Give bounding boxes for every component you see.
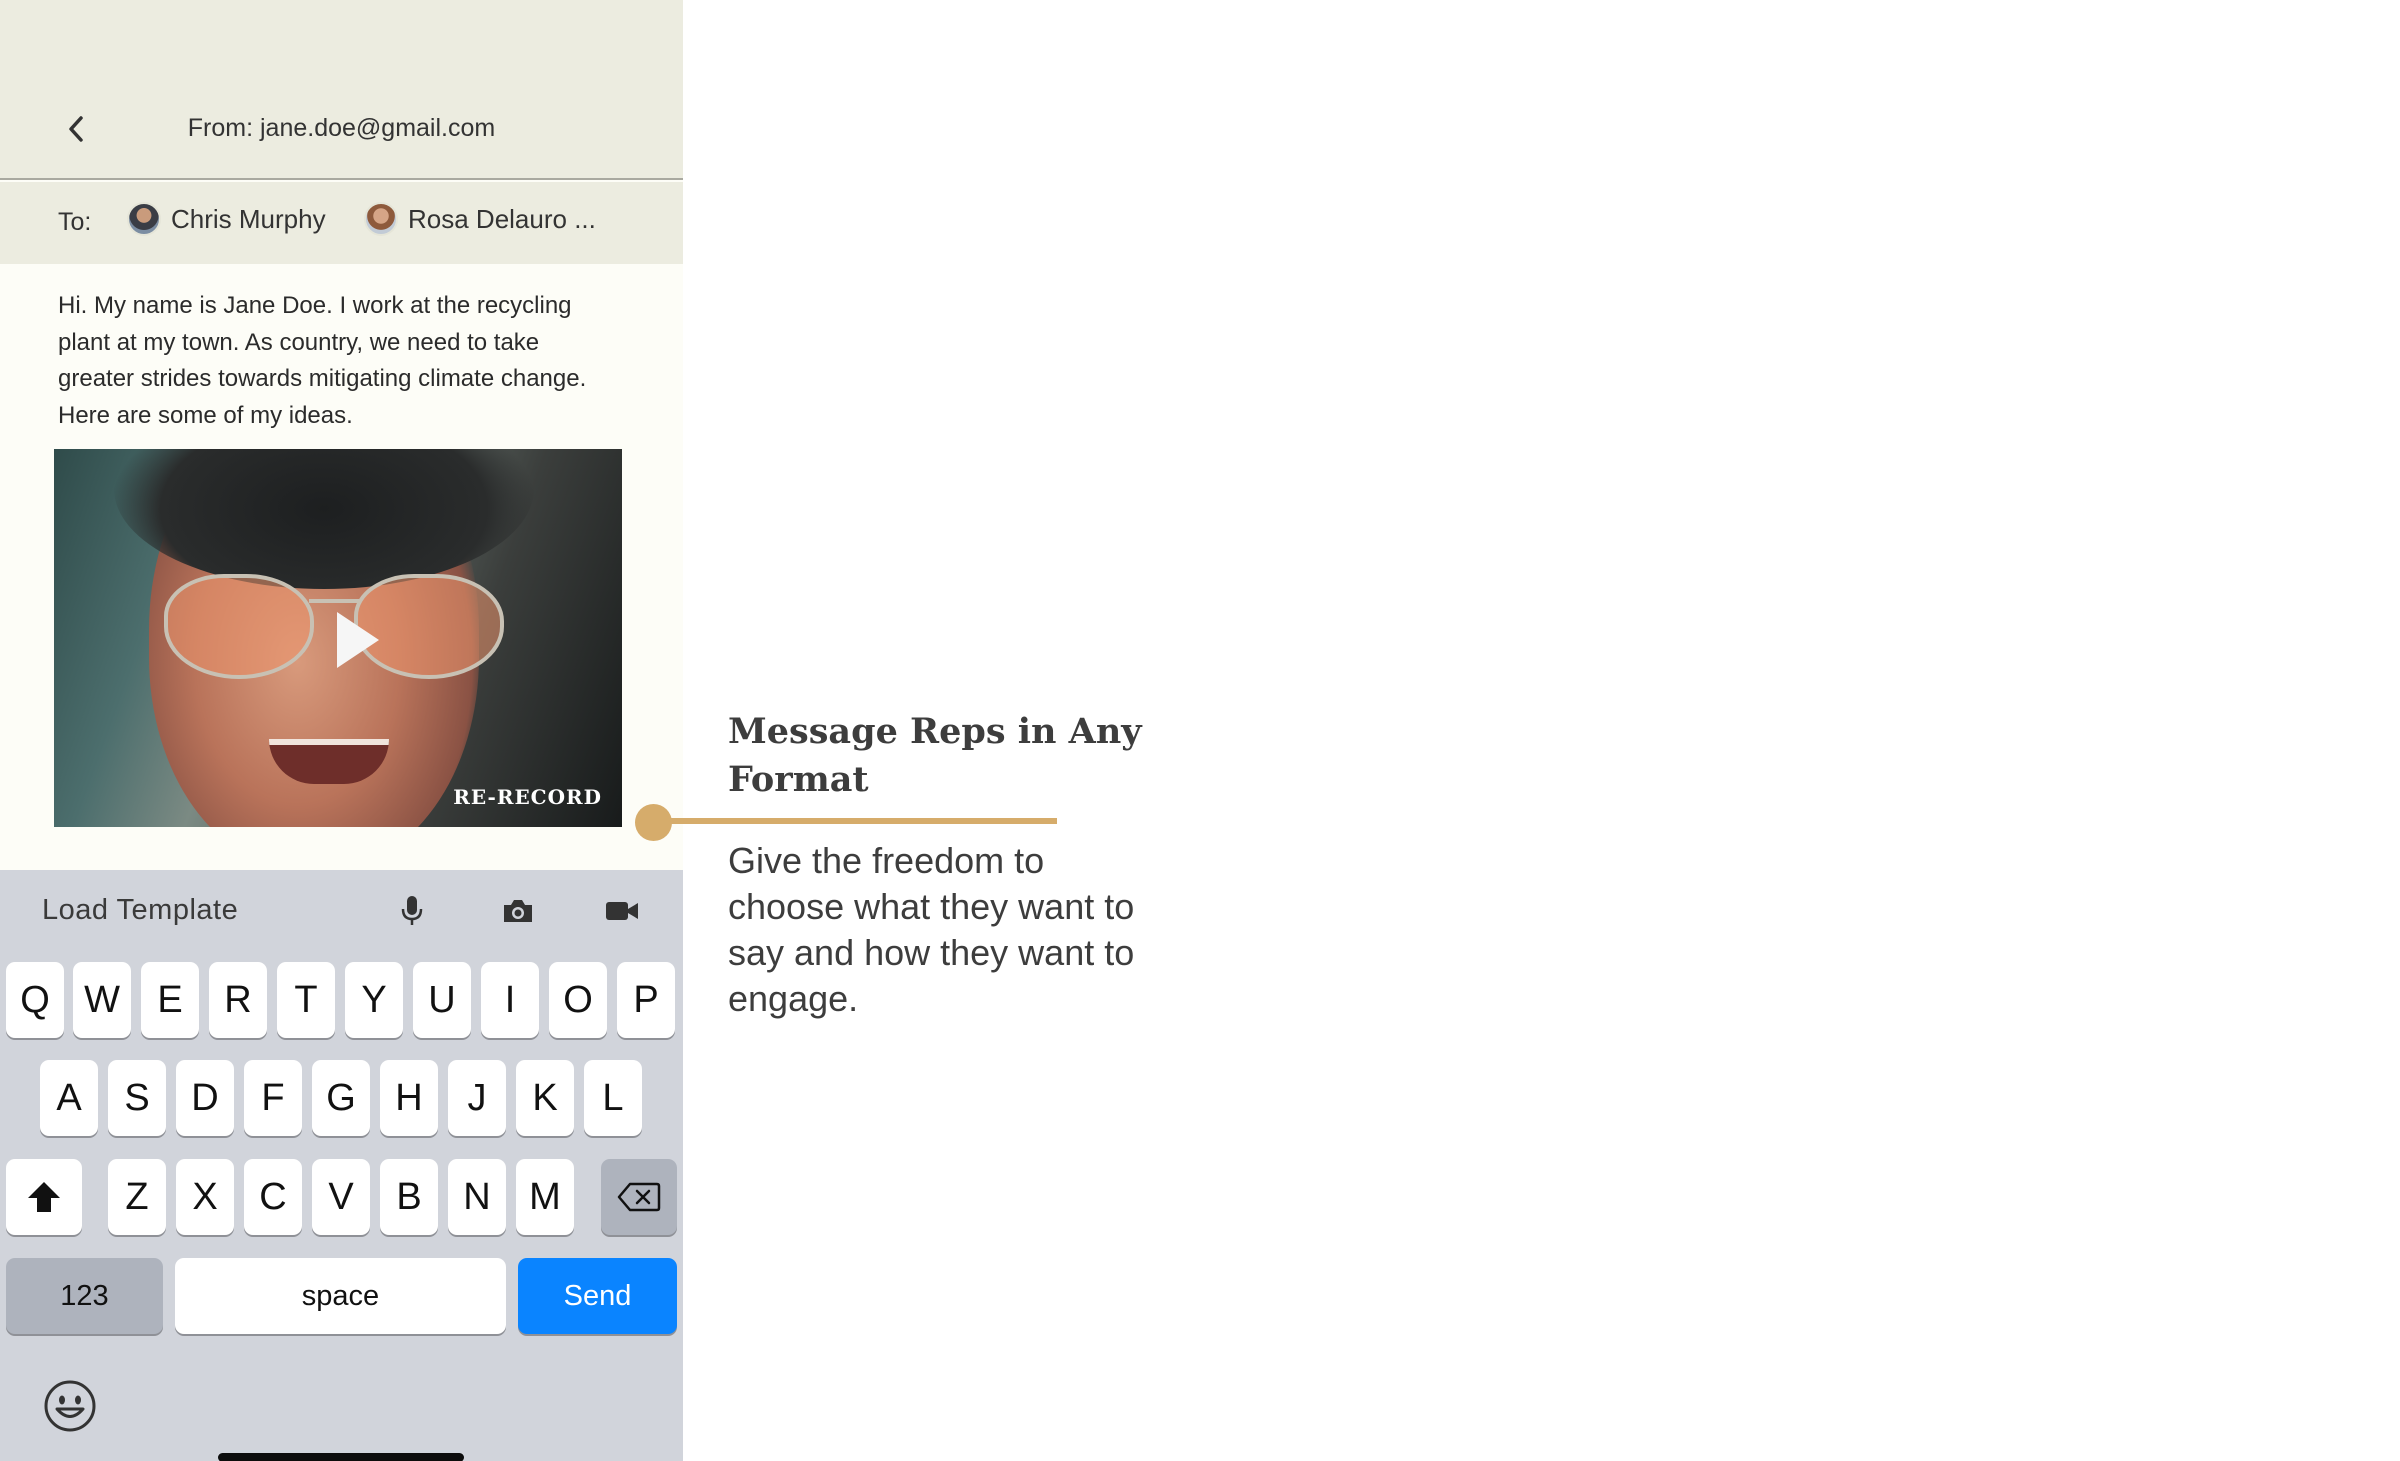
key-o[interactable]: O bbox=[549, 962, 607, 1038]
backspace-key[interactable] bbox=[601, 1159, 677, 1235]
key-q[interactable]: Q bbox=[6, 962, 64, 1038]
key-y[interactable]: Y bbox=[345, 962, 403, 1038]
key-w[interactable]: W bbox=[73, 962, 131, 1038]
recipient-chip[interactable]: Chris Murphy bbox=[127, 202, 326, 236]
key-h[interactable]: H bbox=[380, 1060, 438, 1136]
shift-arrow-icon bbox=[28, 1182, 60, 1212]
shift-key[interactable] bbox=[6, 1159, 82, 1235]
key-x[interactable]: X bbox=[176, 1159, 234, 1235]
key-e[interactable]: E bbox=[141, 962, 199, 1038]
re-record-button[interactable]: RE-RECORD bbox=[453, 785, 602, 809]
key-s[interactable]: S bbox=[108, 1060, 166, 1136]
key-r[interactable]: R bbox=[209, 962, 267, 1038]
microphone-icon bbox=[401, 896, 423, 925]
video-camera-icon bbox=[606, 902, 638, 920]
recipient-chip[interactable]: Rosa Delauro ... bbox=[364, 202, 596, 236]
video-thumbnail-glasses-bridge bbox=[309, 599, 359, 603]
key-p[interactable]: P bbox=[617, 962, 675, 1038]
home-indicator[interactable] bbox=[218, 1453, 464, 1461]
microphone-button[interactable] bbox=[389, 888, 435, 934]
space-key[interactable]: space bbox=[175, 1258, 506, 1334]
avatar bbox=[127, 202, 161, 236]
recipient-name: Chris Murphy bbox=[171, 203, 326, 234]
key-j[interactable]: J bbox=[448, 1060, 506, 1136]
camera-icon bbox=[504, 900, 532, 922]
key-v[interactable]: V bbox=[312, 1159, 370, 1235]
key-l[interactable]: L bbox=[584, 1060, 642, 1136]
key-n[interactable]: N bbox=[448, 1159, 506, 1235]
callout-line bbox=[660, 818, 1057, 824]
key-d[interactable]: D bbox=[176, 1060, 234, 1136]
feature-title: Message Reps in Any Format bbox=[728, 711, 1142, 800]
key-b[interactable]: B bbox=[380, 1159, 438, 1235]
key-u[interactable]: U bbox=[413, 962, 471, 1038]
key-i[interactable]: I bbox=[481, 962, 539, 1038]
key-c[interactable]: C bbox=[244, 1159, 302, 1235]
keyboard: Load Template Q W E R T Y U I O P A S D … bbox=[0, 870, 683, 1461]
feature-description: Give the freedom to choose what they wan… bbox=[728, 840, 1135, 1019]
key-g[interactable]: G bbox=[312, 1060, 370, 1136]
key-a[interactable]: A bbox=[40, 1060, 98, 1136]
to-label: To: bbox=[58, 208, 92, 236]
key-z[interactable]: Z bbox=[108, 1159, 166, 1235]
emoji-icon bbox=[44, 1380, 96, 1432]
message-body[interactable]: Hi. My name is Jane Doe. I work at the r… bbox=[58, 288, 618, 434]
recipients-bar: To: Chris Murphy Rosa Delauro ... bbox=[0, 182, 683, 264]
key-f[interactable]: F bbox=[244, 1060, 302, 1136]
send-button[interactable]: Send bbox=[518, 1258, 677, 1334]
play-icon[interactable] bbox=[337, 612, 379, 668]
from-address: From: jane.doe@gmail.com bbox=[187, 114, 496, 142]
phone-screen: From: jane.doe@gmail.com To: Chris Murph… bbox=[0, 0, 683, 1461]
camera-button[interactable] bbox=[495, 888, 541, 934]
load-template-button[interactable]: Load Template bbox=[42, 894, 238, 927]
keyboard-toolbar: Load Template bbox=[0, 870, 683, 954]
numbers-key[interactable]: 123 bbox=[6, 1258, 163, 1334]
video-button[interactable] bbox=[599, 888, 645, 934]
video-preview[interactable]: RE-RECORD bbox=[54, 449, 622, 827]
key-t[interactable]: T bbox=[277, 962, 335, 1038]
recipient-name: Rosa Delauro ... bbox=[408, 203, 596, 234]
key-k[interactable]: K bbox=[516, 1060, 574, 1136]
key-m[interactable]: M bbox=[516, 1159, 574, 1235]
emoji-button[interactable] bbox=[42, 1378, 98, 1434]
video-thumbnail-lens bbox=[164, 574, 314, 679]
message-header: From: jane.doe@gmail.com bbox=[0, 0, 683, 180]
backspace-icon bbox=[617, 1182, 661, 1212]
avatar bbox=[364, 202, 398, 236]
